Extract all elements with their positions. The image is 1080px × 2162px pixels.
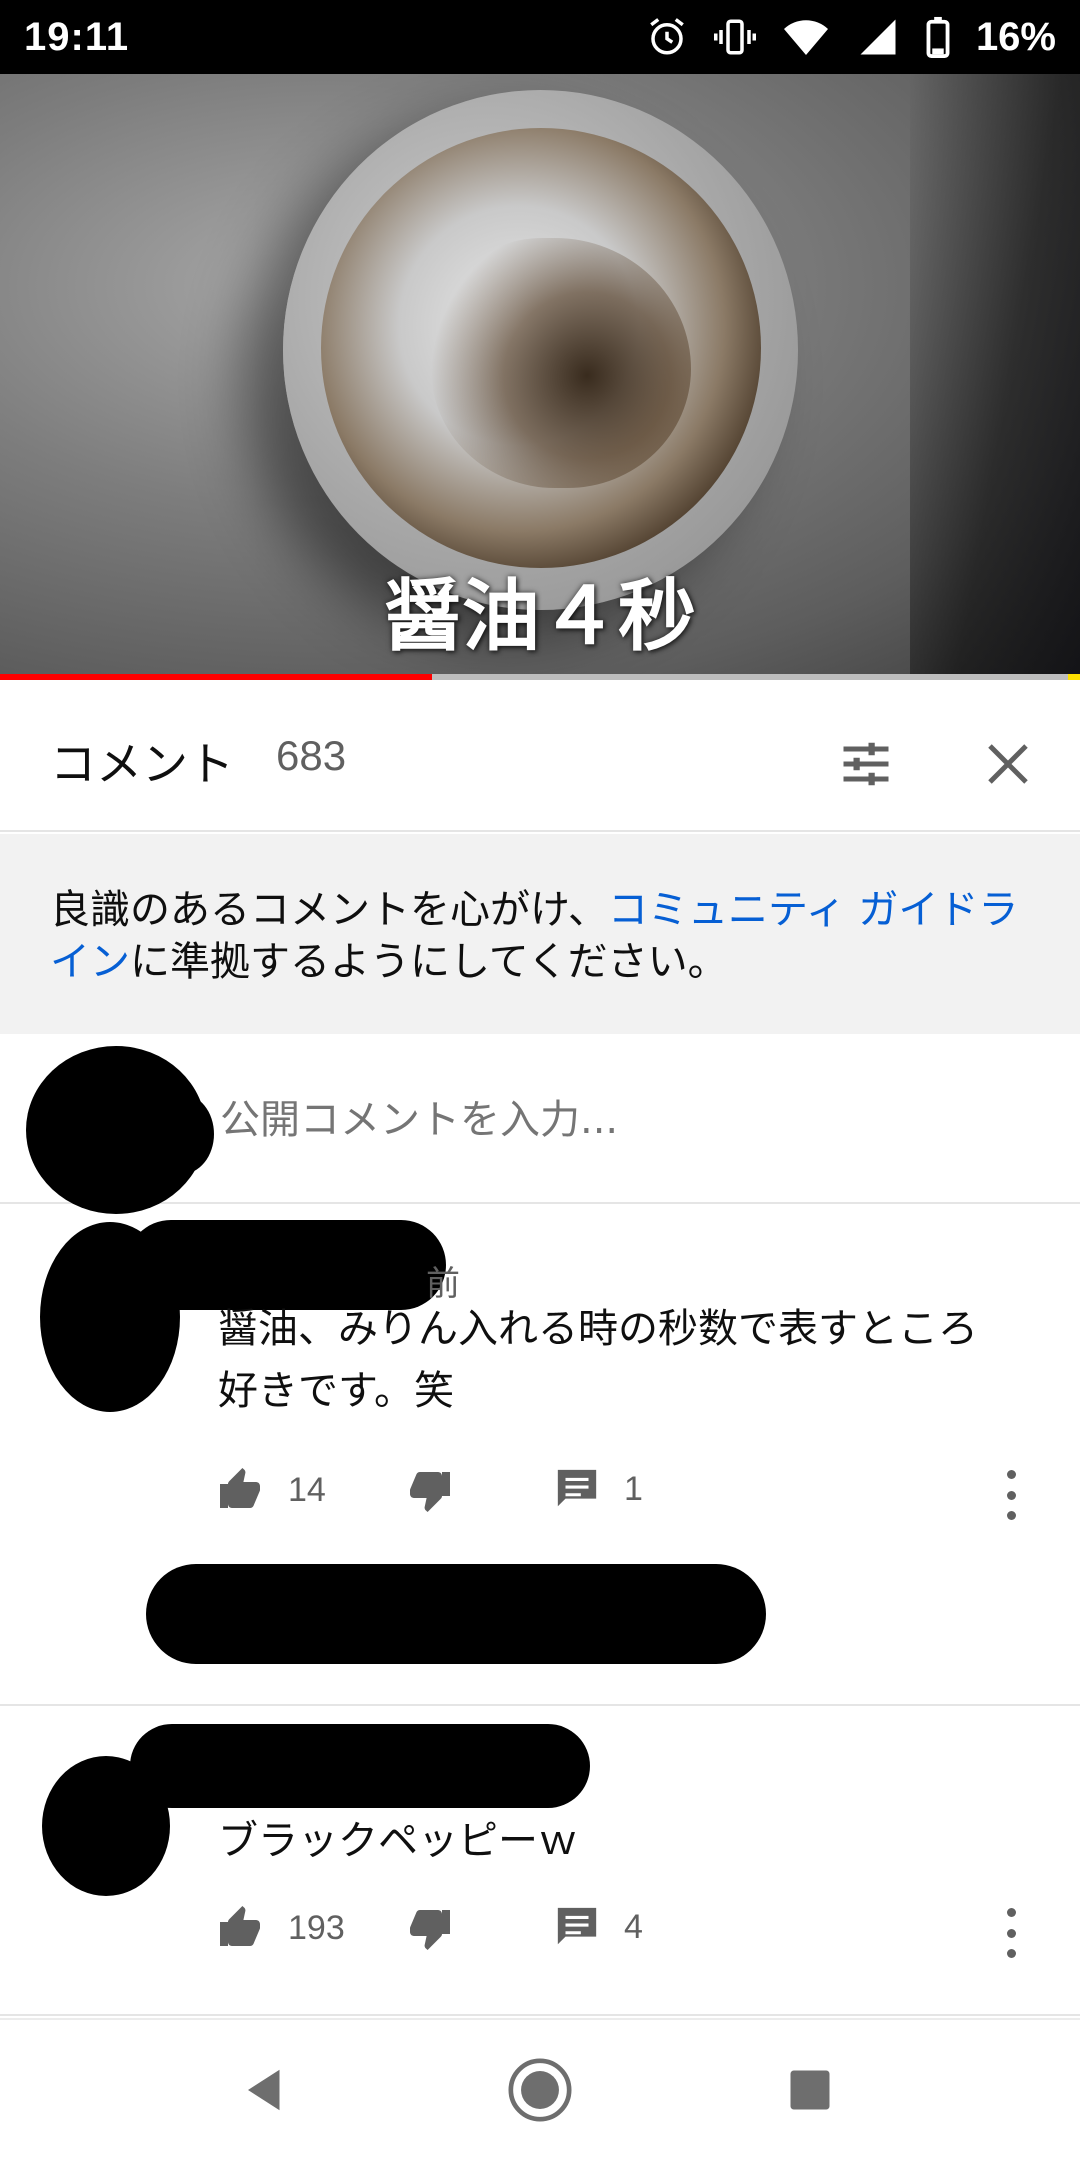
battery-percent: 16% — [975, 14, 1056, 59]
comment-text: 醤油、みりん入れる時の秒数で表すところ 好きです。笑 — [218, 1298, 1038, 1422]
guideline-text-before: 良識のあるコメントを心がけ、 — [50, 887, 608, 933]
thumbs-up-icon — [220, 1468, 260, 1508]
status-bar: 19:11 16% — [0, 0, 1080, 74]
home-button[interactable] — [500, 2050, 580, 2130]
status-icons: 16% — [646, 15, 1056, 60]
like-button[interactable]: 14 — [216, 1466, 326, 1514]
community-guideline-notice: 良識のあるコメントを心がけ、コミュニティ ガイドラインに準拠するようにしてくださ… — [0, 834, 1080, 1034]
comments-count: 683 — [276, 732, 347, 779]
thumbs-up-icon — [220, 1906, 260, 1946]
dot — [1006, 1490, 1016, 1500]
comment-text: ブラックペッピーｗ — [218, 1810, 1038, 1872]
comments-header: コメント 683 — [0, 680, 1080, 832]
sort-button[interactable] — [826, 724, 906, 804]
like-count: 14 — [288, 1470, 326, 1509]
reply-count: 4 — [624, 1907, 643, 1946]
comments-title: コメント — [50, 737, 234, 791]
author-redaction — [130, 1724, 590, 1808]
video-caption: 醤油４秒 — [383, 572, 696, 662]
dot — [1006, 1511, 1016, 1520]
comment-text-line: 醤油、みりん入れる時の秒数で表すところ — [218, 1306, 978, 1352]
back-button[interactable] — [226, 2050, 306, 2130]
view-replies-redaction[interactable] — [146, 1564, 766, 1664]
status-time: 19:11 — [24, 14, 130, 59]
dot — [1006, 1908, 1016, 1917]
dislike-button[interactable] — [406, 1466, 454, 1514]
more-options-button[interactable] — [996, 1908, 1026, 1958]
navigation-bar — [0, 2018, 1080, 2162]
reply-button[interactable]: 1 — [554, 1466, 643, 1512]
cup-inner — [321, 128, 761, 568]
video-player[interactable]: 醤油４秒 — [0, 74, 1080, 680]
recents-icon — [790, 2070, 830, 2110]
comment-text-line: ブラックペッピーｗ — [218, 1818, 578, 1864]
author-redaction — [126, 1220, 446, 1310]
like-count: 193 — [288, 1908, 345, 1947]
alarm-icon — [646, 16, 688, 58]
dot — [1006, 1470, 1016, 1479]
home-icon — [508, 2058, 572, 2122]
dot — [1006, 1928, 1016, 1938]
thumbs-down-icon — [410, 1472, 450, 1512]
close-icon — [988, 744, 1028, 784]
signal-icon — [856, 16, 900, 58]
battery-icon — [926, 16, 950, 58]
back-icon — [248, 2069, 280, 2111]
like-button[interactable]: 193 — [216, 1904, 345, 1952]
comment-item: 前 醤油、みりん入れる時の秒数で表すところ 好きです。笑 14 1 — [0, 1206, 1080, 1706]
reply-icon — [557, 1469, 597, 1507]
comment-actions: 193 4 — [216, 1904, 1056, 1964]
reply-button[interactable]: 4 — [554, 1904, 643, 1950]
recents-button[interactable] — [770, 2050, 850, 2130]
cup-soy — [431, 238, 691, 488]
comment-actions: 14 1 — [216, 1466, 1056, 1526]
dislike-button[interactable] — [406, 1904, 454, 1952]
vibrate-icon — [713, 16, 756, 58]
guideline-text-after: に準拠するようにしてください。 — [130, 939, 728, 985]
comment-composer[interactable] — [0, 1034, 1080, 1214]
avatar-redaction — [150, 1094, 214, 1174]
reply-icon — [557, 1907, 597, 1945]
close-button[interactable] — [968, 724, 1048, 804]
dot — [1006, 1949, 1016, 1958]
sort-icon — [843, 742, 889, 786]
reply-count: 1 — [624, 1469, 643, 1508]
video-frame-cup — [283, 90, 798, 610]
more-options-button[interactable] — [996, 1470, 1026, 1520]
comment-input[interactable] — [218, 1096, 922, 1144]
comment-text-line: 好きです。笑 — [218, 1368, 454, 1414]
thumbs-down-icon — [410, 1910, 450, 1950]
comment-item: ブラックペッピーｗ 193 4 — [0, 1708, 1080, 2016]
wifi-icon — [782, 16, 830, 58]
